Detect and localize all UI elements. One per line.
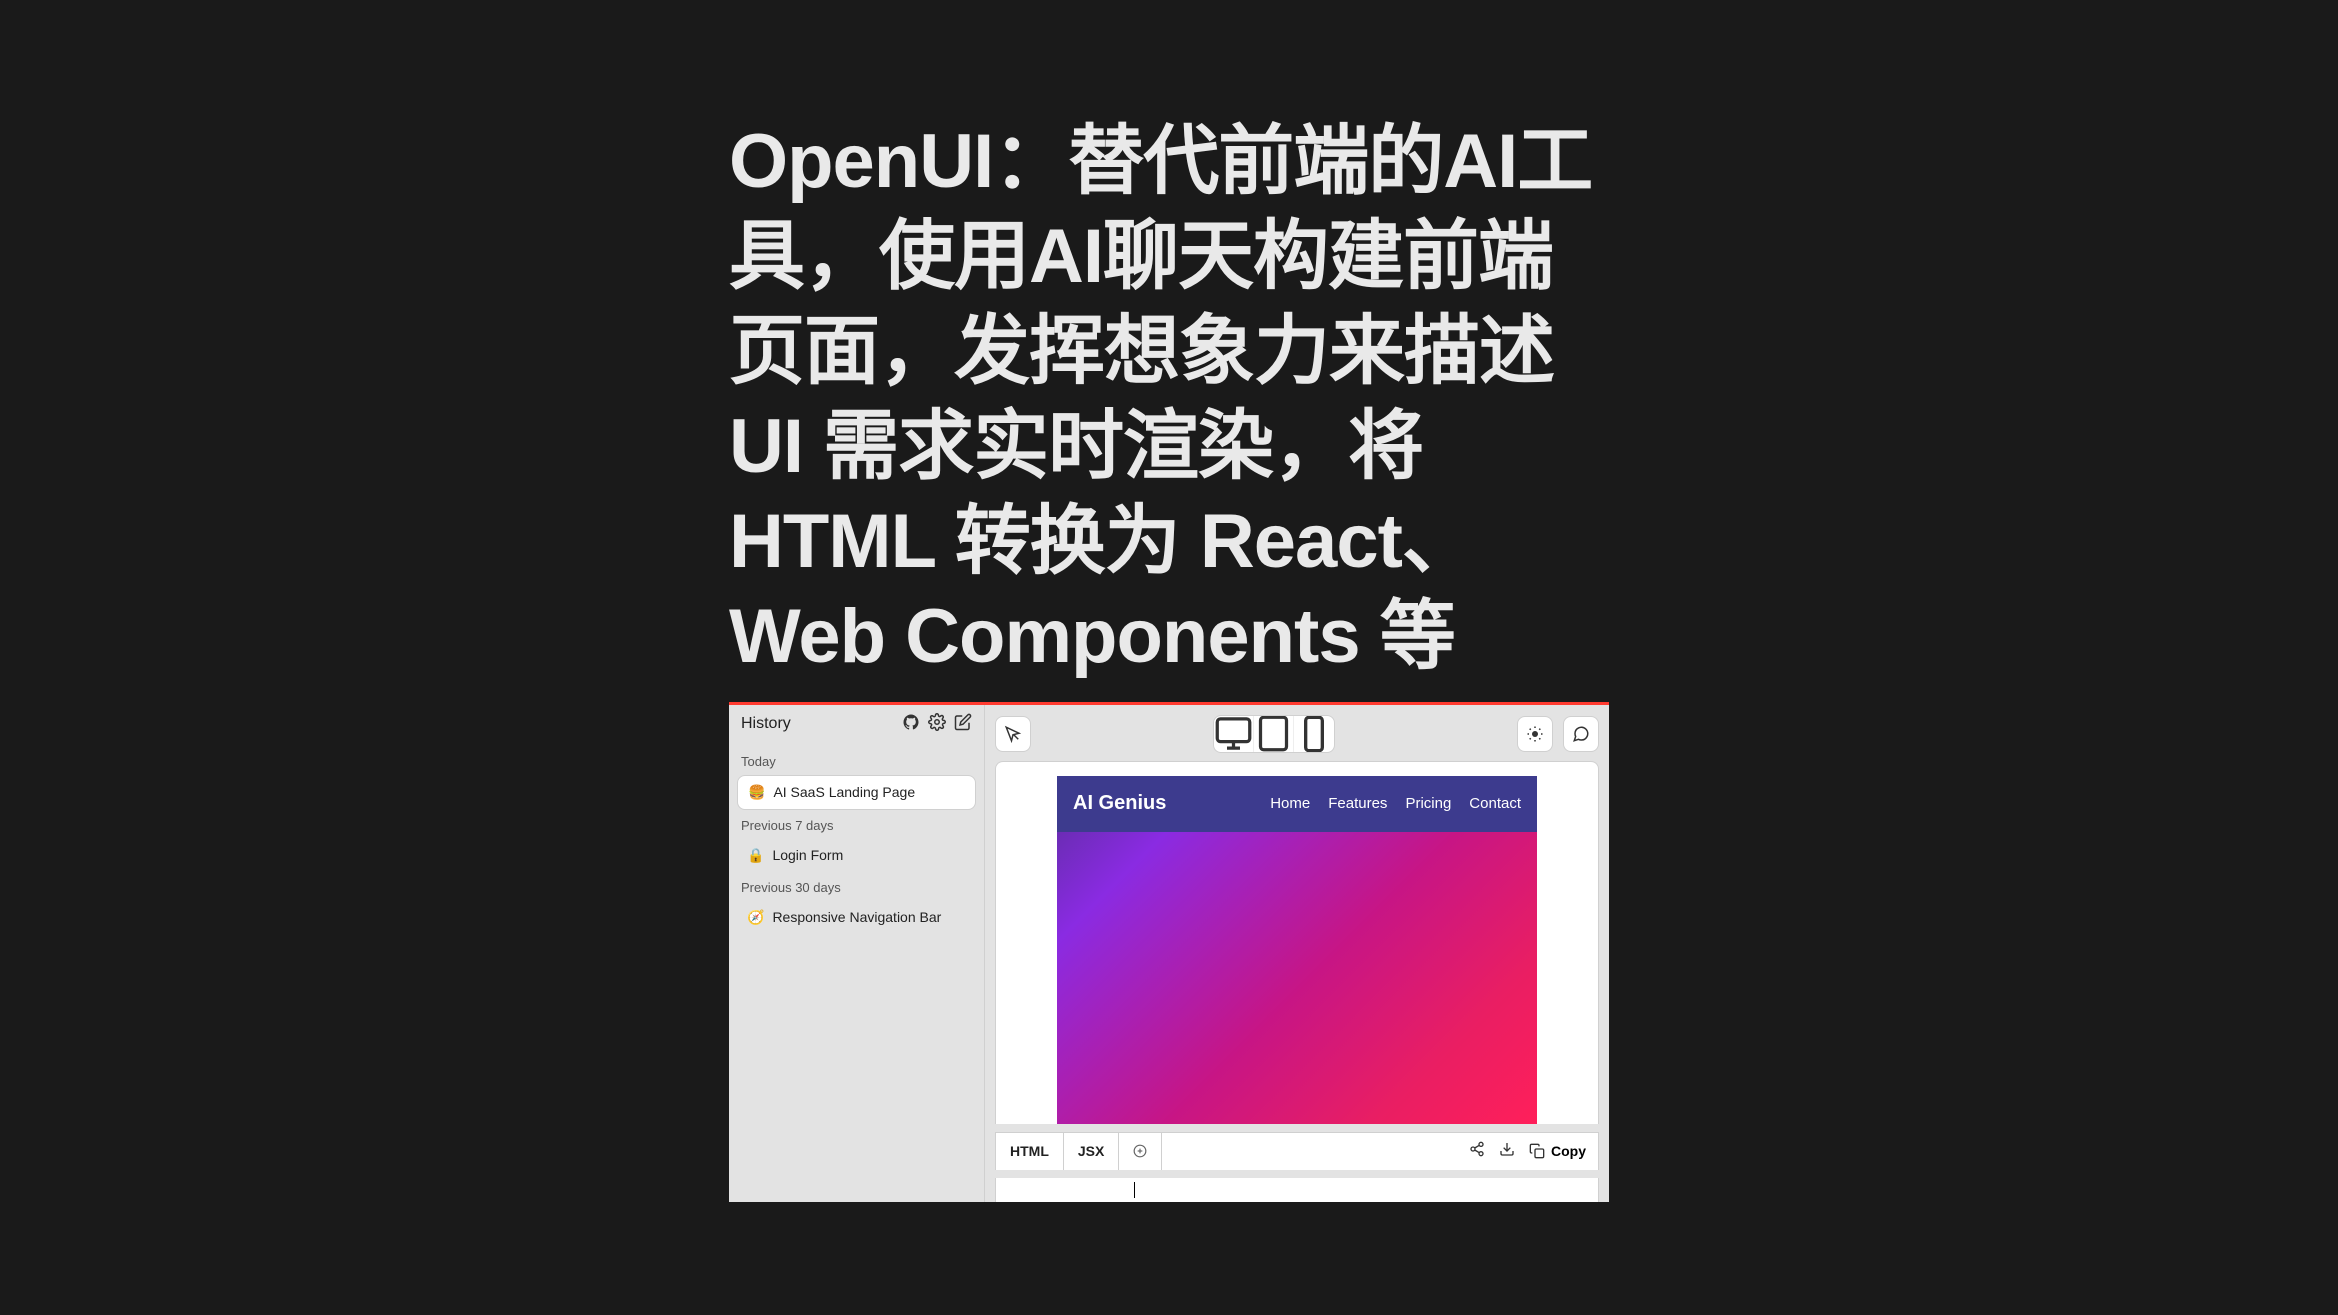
slide-headline: OpenUI：替代前端的AI工具，使用AI聊天构建前端页面，发挥想象力来描述 U… (729, 114, 1609, 684)
nav-link-contact[interactable]: Contact (1469, 795, 1521, 812)
text-cursor (1134, 1182, 1135, 1198)
history-sidebar: History Today 🍔 AI SaaS Landing Page (729, 705, 985, 1202)
history-item-label: Responsive Navigation Bar (772, 909, 941, 925)
add-tab-button[interactable] (1119, 1133, 1162, 1170)
compass-icon: 🧭 (747, 909, 764, 926)
download-icon[interactable] (1499, 1141, 1515, 1162)
preview-navbar: AI Genius Home Features Pricing Contact (1057, 776, 1537, 832)
nav-link-home[interactable]: Home (1270, 795, 1310, 812)
section-label-7days: Previous 7 days (741, 818, 972, 833)
code-tabs-bar: HTML JSX Copy (995, 1132, 1599, 1170)
section-label-30days: Previous 30 days (741, 880, 972, 895)
tab-html[interactable]: HTML (996, 1133, 1064, 1170)
tab-jsx[interactable]: JSX (1064, 1133, 1119, 1170)
settings-icon[interactable] (928, 713, 946, 736)
copy-button[interactable]: Copy (1529, 1143, 1586, 1159)
inspect-button[interactable] (995, 716, 1031, 752)
device-toggle (1213, 715, 1335, 753)
tablet-button[interactable] (1254, 716, 1294, 752)
mobile-button[interactable] (1294, 716, 1334, 752)
main-panel: AI Genius Home Features Pricing Contact … (985, 705, 1609, 1202)
sidebar-title: History (741, 715, 791, 733)
preview-toolbar (995, 715, 1599, 753)
nav-link-features[interactable]: Features (1328, 795, 1387, 812)
history-item-label: AI SaaS Landing Page (773, 784, 915, 800)
code-editor[interactable] (995, 1178, 1599, 1202)
section-label-today: Today (741, 754, 972, 769)
share-icon[interactable] (1469, 1141, 1485, 1162)
code-actions: Copy (1469, 1133, 1598, 1170)
sidebar-header: History (737, 713, 976, 736)
new-chat-icon[interactable] (954, 713, 972, 736)
chat-button[interactable] (1563, 716, 1599, 752)
burger-icon: 🍔 (748, 784, 765, 801)
history-item-navbar[interactable]: 🧭 Responsive Navigation Bar (737, 901, 976, 934)
github-icon[interactable] (902, 713, 920, 736)
history-item-ai-saas[interactable]: 🍔 AI SaaS Landing Page (737, 775, 976, 810)
history-item-login[interactable]: 🔒 Login Form (737, 839, 976, 872)
preview-nav-links: Home Features Pricing Contact (1270, 795, 1521, 812)
copy-label: Copy (1551, 1143, 1586, 1159)
nav-link-pricing[interactable]: Pricing (1405, 795, 1451, 812)
rendered-preview: AI Genius Home Features Pricing Contact (1057, 776, 1537, 1124)
app-window: History Today 🍔 AI SaaS Landing Page (729, 702, 1609, 1202)
preview-brand: AI Genius (1073, 792, 1166, 815)
preview-canvas: AI Genius Home Features Pricing Contact (995, 761, 1599, 1124)
sidebar-actions (902, 713, 972, 736)
desktop-button[interactable] (1214, 716, 1254, 752)
lock-icon: 🔒 (747, 847, 764, 864)
history-item-label: Login Form (772, 847, 843, 863)
theme-toggle-button[interactable] (1517, 716, 1553, 752)
